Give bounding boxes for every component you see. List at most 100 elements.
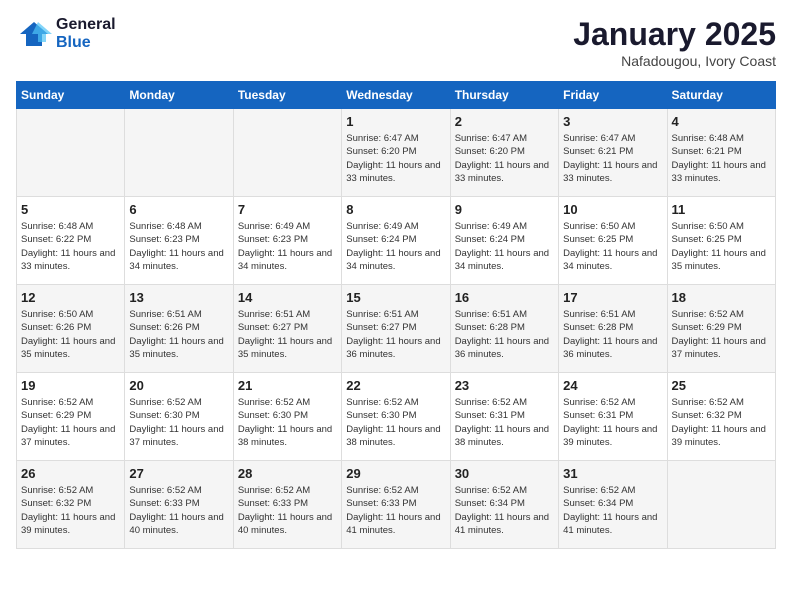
- calendar-cell: 12 Sunrise: 6:50 AM Sunset: 6:26 PM Dayli…: [17, 285, 125, 373]
- calendar-cell: 1 Sunrise: 6:47 AM Sunset: 6:20 PM Daylig…: [342, 109, 450, 197]
- day-info: Sunrise: 6:51 AM Sunset: 6:27 PM Dayligh…: [238, 308, 337, 361]
- day-number: 5: [21, 202, 120, 217]
- day-number: 1: [346, 114, 445, 129]
- logo-icon: [16, 20, 52, 48]
- calendar-cell: 31 Sunrise: 6:52 AM Sunset: 6:34 PM Dayli…: [559, 461, 667, 549]
- day-number: 12: [21, 290, 120, 305]
- day-info: Sunrise: 6:50 AM Sunset: 6:25 PM Dayligh…: [563, 220, 662, 273]
- calendar-cell: [17, 109, 125, 197]
- day-number: 20: [129, 378, 228, 393]
- title-block: January 2025 Nafadougou, Ivory Coast: [573, 16, 776, 69]
- calendar-cell: 22 Sunrise: 6:52 AM Sunset: 6:30 PM Dayli…: [342, 373, 450, 461]
- calendar-cell: 5 Sunrise: 6:48 AM Sunset: 6:22 PM Daylig…: [17, 197, 125, 285]
- day-number: 16: [455, 290, 554, 305]
- calendar-cell: 17 Sunrise: 6:51 AM Sunset: 6:28 PM Dayli…: [559, 285, 667, 373]
- calendar-header-row: SundayMondayTuesdayWednesdayThursdayFrid…: [17, 82, 776, 109]
- day-number: 15: [346, 290, 445, 305]
- day-number: 30: [455, 466, 554, 481]
- day-number: 14: [238, 290, 337, 305]
- day-info: Sunrise: 6:52 AM Sunset: 6:33 PM Dayligh…: [346, 484, 445, 537]
- day-info: Sunrise: 6:52 AM Sunset: 6:34 PM Dayligh…: [455, 484, 554, 537]
- calendar-cell: 2 Sunrise: 6:47 AM Sunset: 6:20 PM Daylig…: [450, 109, 558, 197]
- day-info: Sunrise: 6:52 AM Sunset: 6:31 PM Dayligh…: [455, 396, 554, 449]
- day-number: 29: [346, 466, 445, 481]
- calendar-week-1: 1 Sunrise: 6:47 AM Sunset: 6:20 PM Daylig…: [17, 109, 776, 197]
- day-info: Sunrise: 6:52 AM Sunset: 6:30 PM Dayligh…: [238, 396, 337, 449]
- day-number: 21: [238, 378, 337, 393]
- header-saturday: Saturday: [667, 82, 775, 109]
- calendar-cell: 21 Sunrise: 6:52 AM Sunset: 6:30 PM Dayli…: [233, 373, 341, 461]
- calendar-cell: 26Sunrise: 6:52 AM Sunset: 6:32 PM Dayli…: [17, 461, 125, 549]
- calendar-cell: 14 Sunrise: 6:51 AM Sunset: 6:27 PM Dayli…: [233, 285, 341, 373]
- day-info: Sunrise: 6:51 AM Sunset: 6:26 PM Dayligh…: [129, 308, 228, 361]
- day-number: 8: [346, 202, 445, 217]
- page-header: General Blue January 2025 Nafadougou, Iv…: [16, 16, 776, 69]
- day-info: Sunrise: 6:49 AM Sunset: 6:24 PM Dayligh…: [455, 220, 554, 273]
- day-info: Sunrise: 6:47 AM Sunset: 6:20 PM Dayligh…: [455, 132, 554, 185]
- calendar-cell: 18 Sunrise: 6:52 AM Sunset: 6:29 PM Dayli…: [667, 285, 775, 373]
- day-info: Sunrise: 6:52 AM Sunset: 6:32 PM Dayligh…: [21, 484, 120, 537]
- calendar-cell: 30 Sunrise: 6:52 AM Sunset: 6:34 PM Dayli…: [450, 461, 558, 549]
- header-friday: Friday: [559, 82, 667, 109]
- calendar-cell: 11 Sunrise: 6:50 AM Sunset: 6:25 PM Dayli…: [667, 197, 775, 285]
- day-number: 27: [129, 466, 228, 481]
- location-subtitle: Nafadougou, Ivory Coast: [573, 53, 776, 69]
- day-info: Sunrise: 6:50 AM Sunset: 6:25 PM Dayligh…: [672, 220, 771, 273]
- day-number: 22: [346, 378, 445, 393]
- calendar-cell: 25 Sunrise: 6:52 AM Sunset: 6:32 PM Dayli…: [667, 373, 775, 461]
- day-number: 17: [563, 290, 662, 305]
- day-number: 24: [563, 378, 662, 393]
- calendar-week-5: 26Sunrise: 6:52 AM Sunset: 6:32 PM Dayli…: [17, 461, 776, 549]
- logo: General Blue: [16, 16, 116, 52]
- calendar-cell: 19Sunrise: 6:52 AM Sunset: 6:29 PM Dayli…: [17, 373, 125, 461]
- day-info: Sunrise: 6:50 AM Sunset: 6:26 PM Dayligh…: [21, 308, 120, 361]
- header-tuesday: Tuesday: [233, 82, 341, 109]
- day-number: 28: [238, 466, 337, 481]
- calendar-cell: 10 Sunrise: 6:50 AM Sunset: 6:25 PM Dayli…: [559, 197, 667, 285]
- calendar-cell: 7Sunrise: 6:49 AM Sunset: 6:23 PM Daylig…: [233, 197, 341, 285]
- day-number: 6: [129, 202, 228, 217]
- day-info: Sunrise: 6:48 AM Sunset: 6:23 PM Dayligh…: [129, 220, 228, 273]
- calendar-cell: 3Sunrise: 6:47 AM Sunset: 6:21 PM Daylig…: [559, 109, 667, 197]
- day-number: 11: [672, 202, 771, 217]
- day-info: Sunrise: 6:49 AM Sunset: 6:23 PM Dayligh…: [238, 220, 337, 273]
- day-number: 19: [21, 378, 120, 393]
- day-number: 23: [455, 378, 554, 393]
- day-info: Sunrise: 6:51 AM Sunset: 6:28 PM Dayligh…: [455, 308, 554, 361]
- calendar-cell: 23 Sunrise: 6:52 AM Sunset: 6:31 PM Dayli…: [450, 373, 558, 461]
- day-info: Sunrise: 6:51 AM Sunset: 6:27 PM Dayligh…: [346, 308, 445, 361]
- calendar-cell: 27 Sunrise: 6:52 AM Sunset: 6:33 PM Dayli…: [125, 461, 233, 549]
- day-info: Sunrise: 6:47 AM Sunset: 6:20 PM Dayligh…: [346, 132, 445, 185]
- calendar-cell: 13 Sunrise: 6:51 AM Sunset: 6:26 PM Dayli…: [125, 285, 233, 373]
- day-number: 2: [455, 114, 554, 129]
- day-info: Sunrise: 6:52 AM Sunset: 6:32 PM Dayligh…: [672, 396, 771, 449]
- header-sunday: Sunday: [17, 82, 125, 109]
- day-info: Sunrise: 6:48 AM Sunset: 6:22 PM Dayligh…: [21, 220, 120, 273]
- month-title: January 2025: [573, 16, 776, 53]
- day-info: Sunrise: 6:51 AM Sunset: 6:28 PM Dayligh…: [563, 308, 662, 361]
- calendar-cell: 9 Sunrise: 6:49 AM Sunset: 6:24 PM Daylig…: [450, 197, 558, 285]
- header-wednesday: Wednesday: [342, 82, 450, 109]
- day-info: Sunrise: 6:52 AM Sunset: 6:30 PM Dayligh…: [346, 396, 445, 449]
- day-number: 10: [563, 202, 662, 217]
- calendar-cell: [233, 109, 341, 197]
- day-number: 13: [129, 290, 228, 305]
- day-number: 9: [455, 202, 554, 217]
- day-number: 18: [672, 290, 771, 305]
- day-info: Sunrise: 6:49 AM Sunset: 6:24 PM Dayligh…: [346, 220, 445, 273]
- day-number: 31: [563, 466, 662, 481]
- calendar-cell: 20 Sunrise: 6:52 AM Sunset: 6:30 PM Dayli…: [125, 373, 233, 461]
- calendar-cell: 15 Sunrise: 6:51 AM Sunset: 6:27 PM Dayli…: [342, 285, 450, 373]
- day-info: Sunrise: 6:52 AM Sunset: 6:30 PM Dayligh…: [129, 396, 228, 449]
- calendar-cell: 28 Sunrise: 6:52 AM Sunset: 6:33 PM Dayli…: [233, 461, 341, 549]
- day-number: 25: [672, 378, 771, 393]
- day-info: Sunrise: 6:52 AM Sunset: 6:33 PM Dayligh…: [129, 484, 228, 537]
- day-info: Sunrise: 6:47 AM Sunset: 6:21 PM Dayligh…: [563, 132, 662, 185]
- day-info: Sunrise: 6:52 AM Sunset: 6:33 PM Dayligh…: [238, 484, 337, 537]
- calendar-table: SundayMondayTuesdayWednesdayThursdayFrid…: [16, 81, 776, 549]
- day-info: Sunrise: 6:52 AM Sunset: 6:34 PM Dayligh…: [563, 484, 662, 537]
- logo-text: General Blue: [56, 16, 116, 52]
- day-info: Sunrise: 6:52 AM Sunset: 6:29 PM Dayligh…: [672, 308, 771, 361]
- calendar-cell: 6 Sunrise: 6:48 AM Sunset: 6:23 PM Daylig…: [125, 197, 233, 285]
- calendar-week-3: 12 Sunrise: 6:50 AM Sunset: 6:26 PM Dayli…: [17, 285, 776, 373]
